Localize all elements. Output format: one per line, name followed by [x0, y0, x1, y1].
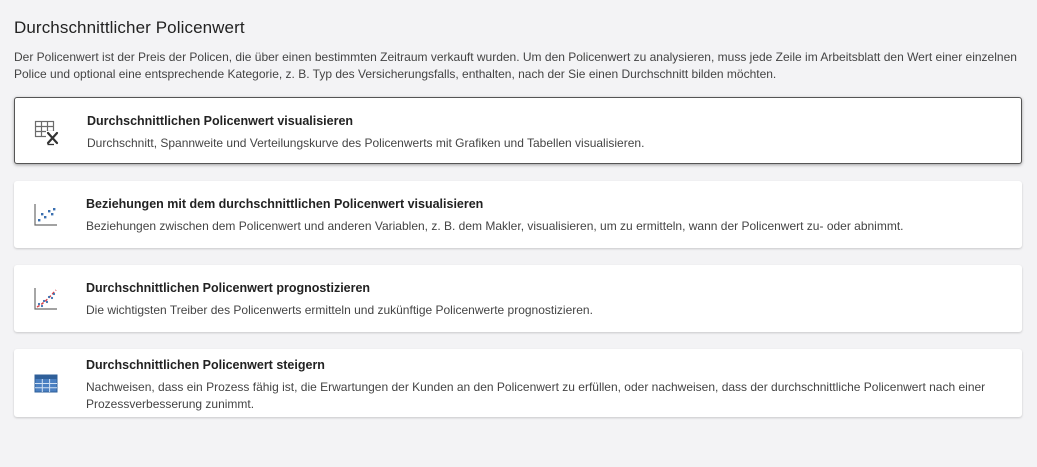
regression-icon: [32, 285, 60, 313]
option-card-title: Durchschnittlichen Policenwert steigern: [86, 358, 325, 372]
page-description: Der Policenwert ist der Preis der Police…: [14, 50, 1017, 81]
option-card-predict[interactable]: Durchschnittlichen Policenwert prognosti…: [14, 265, 1022, 332]
option-card-visualize-average[interactable]: Durchschnittlichen Policenwert visualisi…: [14, 97, 1022, 164]
page-title: Durchschnittlicher Policenwert: [14, 18, 245, 37]
option-card-description: Die wichtigsten Treiber des Policenwerts…: [86, 303, 593, 317]
option-card-description: Durchschnitt, Spannweite und Verteilungs…: [87, 136, 645, 150]
option-card-improve[interactable]: Durchschnittlichen Policenwert steigern …: [14, 349, 1022, 417]
grid-table-icon: [32, 370, 60, 398]
option-card-description: Nachweisen, dass ein Prozess fähig ist, …: [86, 380, 986, 411]
option-card-title: Durchschnittlichen Policenwert visualisi…: [87, 114, 354, 128]
table-function-icon: [33, 118, 61, 146]
option-card-description: Beziehungen zwischen dem Policenwert und…: [86, 219, 904, 233]
scatterplot-icon: [32, 201, 60, 229]
guided-analysis-page: Durchschnittlicher Policenwert Der Polic…: [0, 0, 1037, 467]
option-card-title: Durchschnittlichen Policenwert prognosti…: [86, 281, 371, 295]
option-card-title: Beziehungen mit dem durchschnittlichen P…: [86, 197, 484, 211]
option-card-visualize-relationships[interactable]: Beziehungen mit dem durchschnittlichen P…: [14, 181, 1022, 248]
